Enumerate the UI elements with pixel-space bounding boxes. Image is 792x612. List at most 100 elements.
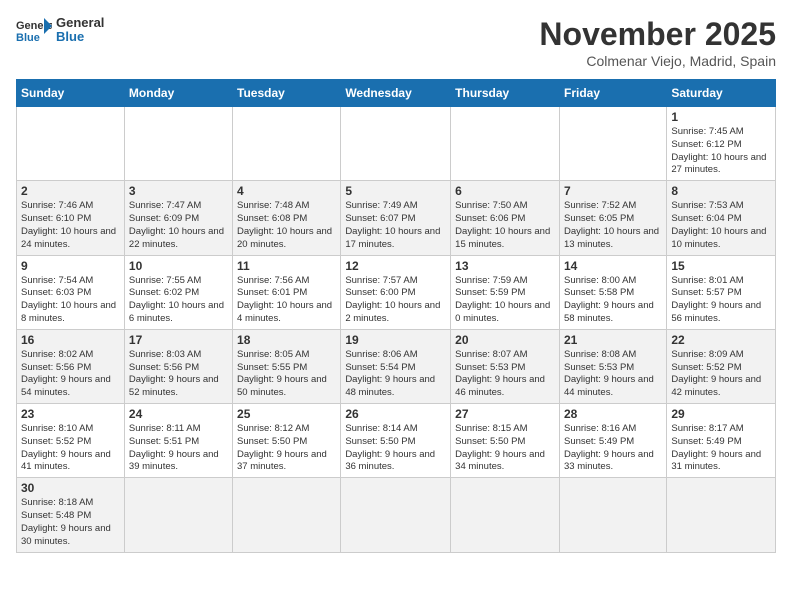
day-number: 11 [237,259,336,273]
cell-info: Sunrise: 8:14 AM Sunset: 5:50 PM Dayligh… [345,423,446,474]
weekday-header-friday: Friday [559,80,666,107]
cell-info: Sunrise: 8:18 AM Sunset: 5:48 PM Dayligh… [21,497,120,548]
day-number: 25 [237,407,336,421]
calendar-cell: 1Sunrise: 7:45 AM Sunset: 6:12 PM Daylig… [667,107,776,181]
calendar-cell: 6Sunrise: 7:50 AM Sunset: 6:06 PM Daylig… [451,181,560,255]
calendar-cell [233,478,341,552]
calendar-cell: 30 Sunrise: 8:18 AM Sunset: 5:48 PM Dayli… [17,478,125,552]
week-row-3: 9 Sunrise: 7:54 AM Sunset: 6:03 PM Daylig… [17,255,776,329]
calendar-cell: 10Sunrise: 7:55 AM Sunset: 6:02 PM Dayli… [124,255,232,329]
calendar-cell: 18 Sunrise: 8:05 AM Sunset: 5:55 PM Dayli… [233,329,341,403]
title-area: November 2025 Colmenar Viejo, Madrid, Sp… [539,16,776,69]
cell-info: Sunrise: 7:54 AM Sunset: 6:03 PM Dayligh… [21,275,120,326]
weekday-header-row: SundayMondayTuesdayWednesdayThursdayFrid… [17,80,776,107]
cell-info: Sunrise: 8:16 AM Sunset: 5:49 PM Dayligh… [564,423,662,474]
cell-info: Sunrise: 7:47 AM Sunset: 6:09 PM Dayligh… [129,200,228,251]
calendar-cell [451,107,560,181]
day-number: 13 [455,259,555,273]
day-number: 15 [671,259,771,273]
calendar-cell: 24 Sunrise: 8:11 AM Sunset: 5:51 PM Dayli… [124,404,232,478]
day-number: 17 [129,333,228,347]
cell-info: Sunrise: 8:05 AM Sunset: 5:55 PM Dayligh… [237,349,336,400]
calendar-cell [559,478,666,552]
calendar-cell: 26 Sunrise: 8:14 AM Sunset: 5:50 PM Dayli… [341,404,451,478]
calendar-cell: 13Sunrise: 7:59 AM Sunset: 5:59 PM Dayli… [451,255,560,329]
month-title: November 2025 [539,16,776,53]
day-number: 3 [129,184,228,198]
day-number: 16 [21,333,120,347]
calendar-cell [451,478,560,552]
cell-info: Sunrise: 8:07 AM Sunset: 5:53 PM Dayligh… [455,349,555,400]
calendar-cell: 8Sunrise: 7:53 AM Sunset: 6:04 PM Daylig… [667,181,776,255]
calendar-cell [124,478,232,552]
location: Colmenar Viejo, Madrid, Spain [539,53,776,69]
cell-info: Sunrise: 7:55 AM Sunset: 6:02 PM Dayligh… [129,275,228,326]
calendar-cell: 3 Sunrise: 7:47 AM Sunset: 6:09 PM Daylig… [124,181,232,255]
cell-info: Sunrise: 7:45 AM Sunset: 6:12 PM Dayligh… [671,126,771,177]
weekday-header-saturday: Saturday [667,80,776,107]
day-number: 23 [21,407,120,421]
header: General Blue General Blue November 2025 … [16,16,776,69]
day-number: 27 [455,407,555,421]
logo-blue-text: Blue [56,30,104,44]
cell-info: Sunrise: 7:53 AM Sunset: 6:04 PM Dayligh… [671,200,771,251]
day-number: 24 [129,407,228,421]
calendar-cell [341,107,451,181]
day-number: 12 [345,259,446,273]
cell-info: Sunrise: 8:06 AM Sunset: 5:54 PM Dayligh… [345,349,446,400]
logo-general-text: General [56,16,104,30]
day-number: 29 [671,407,771,421]
cell-info: Sunrise: 7:50 AM Sunset: 6:06 PM Dayligh… [455,200,555,251]
cell-info: Sunrise: 8:03 AM Sunset: 5:56 PM Dayligh… [129,349,228,400]
cell-info: Sunrise: 7:56 AM Sunset: 6:01 PM Dayligh… [237,275,336,326]
calendar-cell [17,107,125,181]
weekday-header-tuesday: Tuesday [233,80,341,107]
calendar-cell [341,478,451,552]
day-number: 22 [671,333,771,347]
calendar-cell: 5Sunrise: 7:49 AM Sunset: 6:07 PM Daylig… [341,181,451,255]
week-row-2: 2Sunrise: 7:46 AM Sunset: 6:10 PM Daylig… [17,181,776,255]
calendar-cell: 11 Sunrise: 7:56 AM Sunset: 6:01 PM Dayli… [233,255,341,329]
svg-text:Blue: Blue [16,32,40,44]
calendar-cell: 12Sunrise: 7:57 AM Sunset: 6:00 PM Dayli… [341,255,451,329]
week-row-4: 16 Sunrise: 8:02 AM Sunset: 5:56 PM Dayli… [17,329,776,403]
day-number: 9 [21,259,120,273]
cell-info: Sunrise: 7:52 AM Sunset: 6:05 PM Dayligh… [564,200,662,251]
weekday-header-monday: Monday [124,80,232,107]
weekday-header-thursday: Thursday [451,80,560,107]
calendar-cell: 22 Sunrise: 8:09 AM Sunset: 5:52 PM Dayli… [667,329,776,403]
cell-info: Sunrise: 8:17 AM Sunset: 5:49 PM Dayligh… [671,423,771,474]
calendar-cell: 21Sunrise: 8:08 AM Sunset: 5:53 PM Dayli… [559,329,666,403]
calendar-cell [667,478,776,552]
day-number: 26 [345,407,446,421]
calendar-cell: 9 Sunrise: 7:54 AM Sunset: 6:03 PM Daylig… [17,255,125,329]
calendar-cell: 27Sunrise: 8:15 AM Sunset: 5:50 PM Dayli… [451,404,560,478]
calendar-cell: 25Sunrise: 8:12 AM Sunset: 5:50 PM Dayli… [233,404,341,478]
weekday-header-sunday: Sunday [17,80,125,107]
cell-info: Sunrise: 8:00 AM Sunset: 5:58 PM Dayligh… [564,275,662,326]
day-number: 18 [237,333,336,347]
cell-info: Sunrise: 7:48 AM Sunset: 6:08 PM Dayligh… [237,200,336,251]
calendar-cell: 23 Sunrise: 8:10 AM Sunset: 5:52 PM Dayli… [17,404,125,478]
calendar-cell: 29 Sunrise: 8:17 AM Sunset: 5:49 PM Dayli… [667,404,776,478]
cell-info: Sunrise: 8:02 AM Sunset: 5:56 PM Dayligh… [21,349,120,400]
week-row-5: 23 Sunrise: 8:10 AM Sunset: 5:52 PM Dayli… [17,404,776,478]
cell-info: Sunrise: 7:46 AM Sunset: 6:10 PM Dayligh… [21,200,120,251]
calendar-cell: 4Sunrise: 7:48 AM Sunset: 6:08 PM Daylig… [233,181,341,255]
week-row-6: 30 Sunrise: 8:18 AM Sunset: 5:48 PM Dayli… [17,478,776,552]
calendar-cell: 7Sunrise: 7:52 AM Sunset: 6:05 PM Daylig… [559,181,666,255]
day-number: 30 [21,481,120,495]
calendar-cell: 16 Sunrise: 8:02 AM Sunset: 5:56 PM Dayli… [17,329,125,403]
cell-info: Sunrise: 8:11 AM Sunset: 5:51 PM Dayligh… [129,423,228,474]
calendar-cell: 17 Sunrise: 8:03 AM Sunset: 5:56 PM Dayli… [124,329,232,403]
calendar-cell [559,107,666,181]
weekday-header-wednesday: Wednesday [341,80,451,107]
day-number: 28 [564,407,662,421]
calendar-cell: 28 Sunrise: 8:16 AM Sunset: 5:49 PM Dayli… [559,404,666,478]
cell-info: Sunrise: 8:09 AM Sunset: 5:52 PM Dayligh… [671,349,771,400]
cell-info: Sunrise: 8:10 AM Sunset: 5:52 PM Dayligh… [21,423,120,474]
calendar-cell [124,107,232,181]
calendar-cell: 15Sunrise: 8:01 AM Sunset: 5:57 PM Dayli… [667,255,776,329]
day-number: 14 [564,259,662,273]
day-number: 21 [564,333,662,347]
